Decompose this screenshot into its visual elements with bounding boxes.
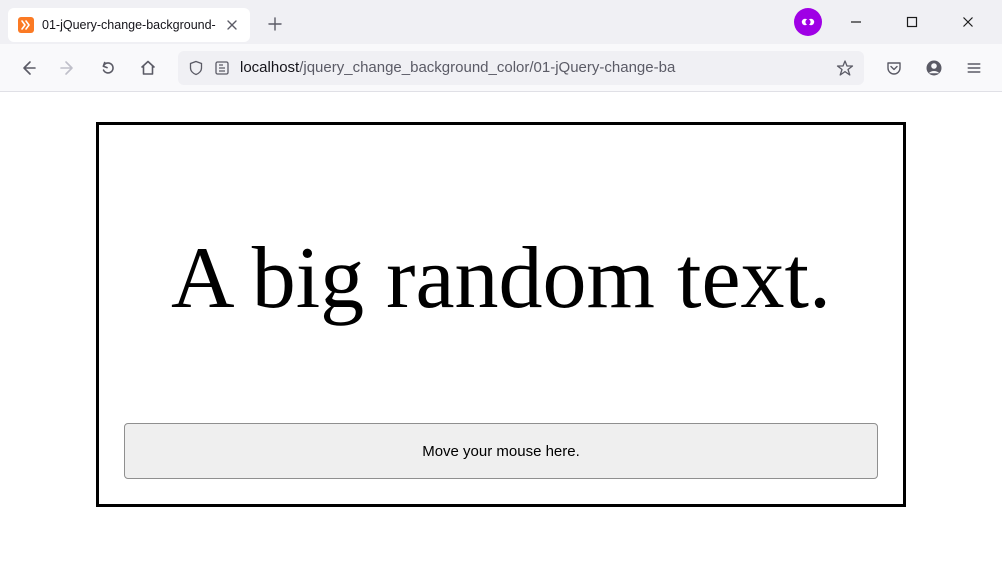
new-tab-button[interactable] — [260, 9, 290, 39]
bookmark-star-icon[interactable] — [836, 59, 854, 77]
tab-title: 01-jQuery-change-background- — [42, 18, 216, 32]
window-controls — [838, 7, 986, 37]
shield-icon[interactable] — [188, 60, 204, 76]
browser-tab[interactable]: 01-jQuery-change-background- — [8, 8, 250, 42]
reload-button[interactable] — [90, 50, 126, 86]
url-bar[interactable]: localhost/jquery_change_background_color… — [178, 51, 864, 85]
bordered-box: A big random text. Move your mouse here. — [96, 122, 906, 507]
hover-button[interactable]: Move your mouse here. — [124, 423, 878, 479]
home-button[interactable] — [130, 50, 166, 86]
forward-button — [50, 50, 86, 86]
minimize-button[interactable] — [838, 7, 874, 37]
close-window-button[interactable] — [950, 7, 986, 37]
account-icon[interactable] — [916, 50, 952, 86]
maximize-button[interactable] — [894, 7, 930, 37]
page-info-icon[interactable] — [214, 60, 230, 76]
profile-avatar-icon[interactable] — [794, 8, 822, 36]
pocket-icon[interactable] — [876, 50, 912, 86]
browser-titlebar: 01-jQuery-change-background- — [0, 0, 1002, 44]
browser-toolbar: localhost/jquery_change_background_color… — [0, 44, 1002, 92]
app-menu-button[interactable] — [956, 50, 992, 86]
page-heading: A big random text. — [124, 135, 878, 423]
back-button[interactable] — [10, 50, 46, 86]
tab-close-button[interactable] — [224, 17, 240, 33]
url-text: localhost/jquery_change_background_color… — [240, 59, 826, 76]
xampp-favicon-icon — [18, 17, 34, 33]
page-content: A big random text. Move your mouse here. — [0, 92, 1002, 507]
